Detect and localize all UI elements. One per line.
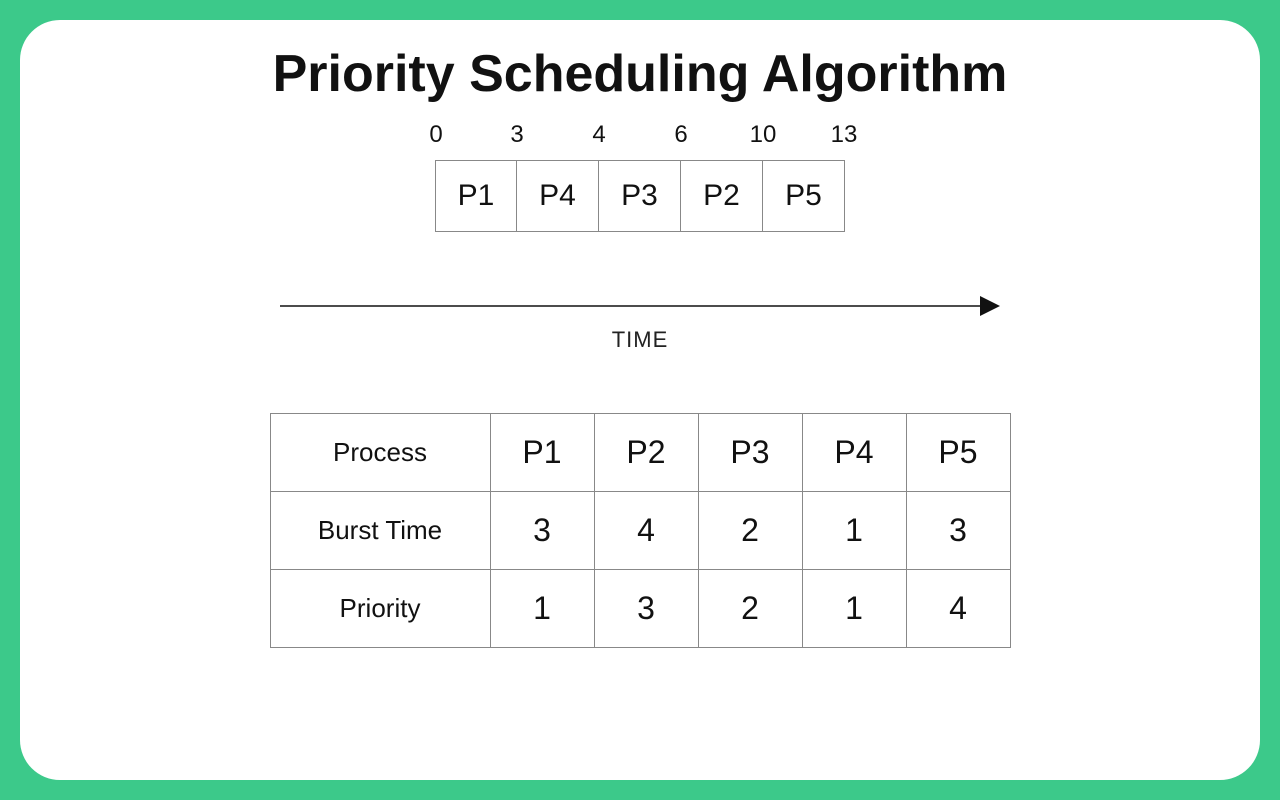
row-label: Process: [270, 414, 490, 492]
time-axis: TIME: [280, 292, 1000, 353]
gantt-tick: 4: [592, 121, 605, 149]
gantt-segment-label: P4: [539, 179, 576, 213]
gantt-segment: 3 P4: [517, 160, 599, 232]
table-row: Burst Time 3 4 2 1 3: [270, 492, 1010, 570]
gantt-segment: 10 P5 13: [763, 160, 845, 232]
gantt-tick: 10: [750, 121, 777, 149]
table-cell: 4: [594, 492, 698, 570]
gantt-segment-label: P1: [458, 179, 495, 213]
table-cell: P5: [906, 414, 1010, 492]
row-label: Burst Time: [270, 492, 490, 570]
process-table: Process P1 P2 P3 P4 P5 Burst Time 3 4 2 …: [270, 413, 1011, 648]
time-axis-label: TIME: [280, 327, 1000, 353]
row-label: Priority: [270, 570, 490, 648]
gantt-tick: 0: [429, 121, 442, 149]
table-cell: 3: [906, 492, 1010, 570]
gantt-tick: 6: [674, 121, 687, 149]
gantt-chart: 0 P1 3 P4 4 P3 6 P2 10 P5 13: [60, 160, 1220, 353]
table-cell: 2: [698, 570, 802, 648]
table-row: Process P1 P2 P3 P4 P5: [270, 414, 1010, 492]
table-row: Priority 1 3 2 1 4: [270, 570, 1010, 648]
table-cell: P4: [802, 414, 906, 492]
table-cell: 3: [490, 492, 594, 570]
diagram-card: Priority Scheduling Algorithm 0 P1 3 P4 …: [20, 20, 1260, 780]
table-cell: P1: [490, 414, 594, 492]
table-cell: 1: [490, 570, 594, 648]
gantt-segment: 6 P2: [681, 160, 763, 232]
table-cell: P3: [698, 414, 802, 492]
table-cell: 4: [906, 570, 1010, 648]
table-cell: 1: [802, 492, 906, 570]
page-title: Priority Scheduling Algorithm: [60, 44, 1220, 104]
gantt-tick: 3: [510, 121, 523, 149]
table-cell: 1: [802, 570, 906, 648]
gantt-segment-label: P3: [621, 179, 658, 213]
table-cell: 2: [698, 492, 802, 570]
table-cell: P2: [594, 414, 698, 492]
gantt-segment: 0 P1: [435, 160, 517, 232]
gantt-segment-label: P5: [785, 179, 822, 213]
gantt-segment: 4 P3: [599, 160, 681, 232]
arrow-icon: [280, 292, 1000, 320]
gantt-segment-label: P2: [703, 179, 740, 213]
gantt-row: 0 P1 3 P4 4 P3 6 P2 10 P5 13: [435, 160, 845, 232]
table-cell: 3: [594, 570, 698, 648]
gantt-tick-end: 13: [831, 121, 858, 149]
